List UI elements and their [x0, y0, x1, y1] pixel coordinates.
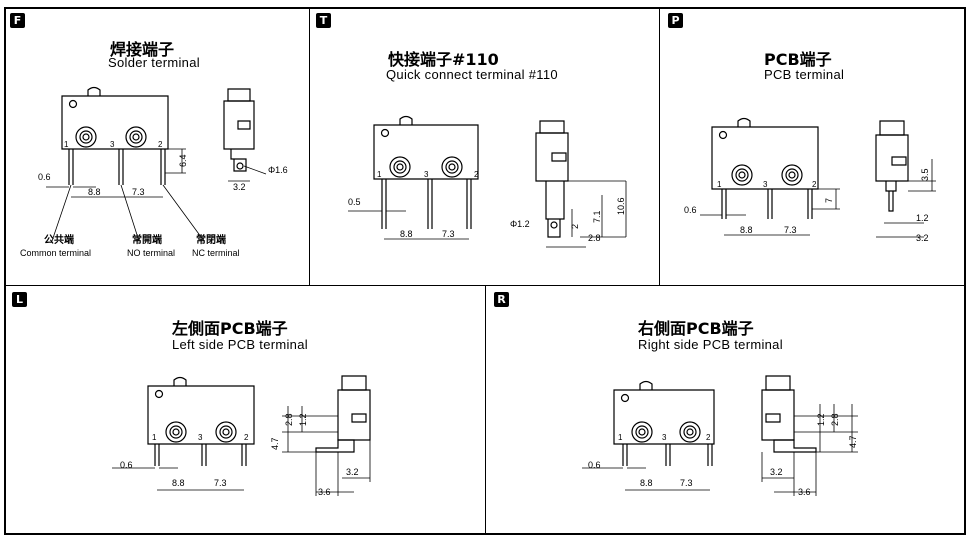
pin-label-1: 1: [717, 180, 722, 189]
no-terminal-en: NO terminal: [127, 248, 175, 258]
dim-diameter: Φ1.2: [510, 219, 530, 229]
pin-label-3: 3: [424, 170, 429, 179]
no-terminal-cn: 常開端: [132, 233, 162, 246]
panel-pcb-terminal: P PCB端子 PCB terminal 1 3 2 0.6 8.8 7.3 7…: [660, 9, 964, 285]
dim-height-1: 7.1: [592, 210, 602, 223]
pin-label-2: 2: [812, 180, 817, 189]
dim-side-width-1: 1.2: [916, 213, 929, 223]
dim-height: 6.4: [178, 154, 188, 167]
dim-pin-width: 0.5: [348, 197, 361, 207]
dim-vert-2: 2.8: [830, 413, 840, 426]
common-terminal-cn: 公共端: [44, 233, 74, 246]
dim-spacing-2: 7.3: [214, 478, 227, 488]
dim-vert-3: 4.7: [848, 435, 858, 448]
nc-terminal-en: NC terminal: [192, 248, 240, 258]
dim-horiz-2: 3.6: [318, 487, 331, 497]
left-side-dimension-labels: 1 3 2 0.6 8.8 7.3 4.7 2.8 1.2 3.2 3.6: [120, 413, 359, 497]
dim-side-width: 3.2: [233, 182, 246, 192]
dim-spacing-2: 7.3: [784, 225, 797, 235]
panel-right-side-pcb-terminal: R 右側面PCB端子 Right side PCB terminal 1 3 2: [486, 285, 964, 533]
dim-spacing-1: 8.8: [88, 187, 101, 197]
dim-pin-width: 0.6: [684, 205, 697, 215]
pin-label-3: 3: [110, 140, 115, 149]
dim-spacing-2: 7.3: [442, 229, 455, 239]
panel-solder-terminal: F 焊接端子 Solder terminal 1 3 2 0.6 8.8 7.3…: [6, 9, 310, 285]
pin-label-3: 3: [763, 180, 768, 189]
dim-side-width-2: 3.2: [916, 233, 929, 243]
dim-pin-width: 0.6: [38, 172, 51, 182]
dim-diameter: Φ1.6: [268, 165, 288, 175]
pin-label-2: 2: [244, 433, 249, 442]
dim-spacing-2: 7.3: [680, 478, 693, 488]
solder-dimension-labels: 1 3 2 0.6 8.8 7.3 6.4 Φ1.6 3.2 公共端 Commo…: [20, 140, 288, 258]
dim-side-height: 3.5: [920, 168, 930, 181]
right-side-dimension-labels: 1 3 2 0.6 8.8 7.3 1.2 2.8 4.7 3.2 3.6: [588, 413, 858, 497]
pin-label-1: 1: [618, 433, 623, 442]
dim-spacing-2: 7.3: [132, 187, 145, 197]
pin-label-2: 2: [706, 433, 711, 442]
dim-vert-2: 2.8: [284, 413, 294, 426]
dim-spacing-1: 8.8: [740, 225, 753, 235]
pin-label-1: 1: [377, 170, 382, 179]
dim-pin-width: 0.6: [588, 460, 601, 470]
dim-vert-3: 1.2: [298, 413, 308, 426]
pin-label-2: 2: [474, 170, 479, 179]
panel-left-side-pcb-terminal: L 左側面PCB端子 Left side PCB terminal 1 3 2 …: [6, 285, 486, 533]
dim-height-2: 10.6: [616, 197, 626, 215]
dim-vert-1: 4.7: [270, 437, 280, 450]
dim-spacing-1: 8.8: [172, 478, 185, 488]
pin-label-3: 3: [198, 433, 203, 442]
dim-pin-width: 0.6: [120, 460, 133, 470]
pin-label-3: 3: [662, 433, 667, 442]
dim-horiz-1: 3.2: [346, 467, 359, 477]
pin-label-1: 1: [152, 433, 157, 442]
pin-label-1: 1: [64, 140, 69, 149]
dim-horiz-2: 3.6: [798, 487, 811, 497]
quick-connect-dimension-labels: 1 3 2 0.5 8.8 7.3 Φ1.2 7.1 10.6 2 2.8: [348, 170, 626, 243]
dim-vert-1: 1.2: [816, 413, 826, 426]
common-terminal-en: Common terminal: [20, 248, 91, 258]
dim-side-width: 2.8: [588, 233, 601, 243]
dim-spacing-1: 8.8: [640, 478, 653, 488]
pin-label-2: 2: [158, 140, 163, 149]
dim-horiz-1: 3.2: [770, 467, 783, 477]
panel-quick-connect-terminal: T 快接端子#110 Quick connect terminal #110 1…: [310, 9, 660, 285]
nc-terminal-cn: 常閉端: [196, 233, 226, 246]
dim-height-3: 2: [570, 224, 580, 229]
pcb-dimension-labels: 1 3 2 0.6 8.8 7.3 7 3.5 1.2 3.2: [684, 168, 930, 243]
dim-spacing-1: 8.8: [400, 229, 413, 239]
dim-height: 7: [824, 198, 834, 203]
